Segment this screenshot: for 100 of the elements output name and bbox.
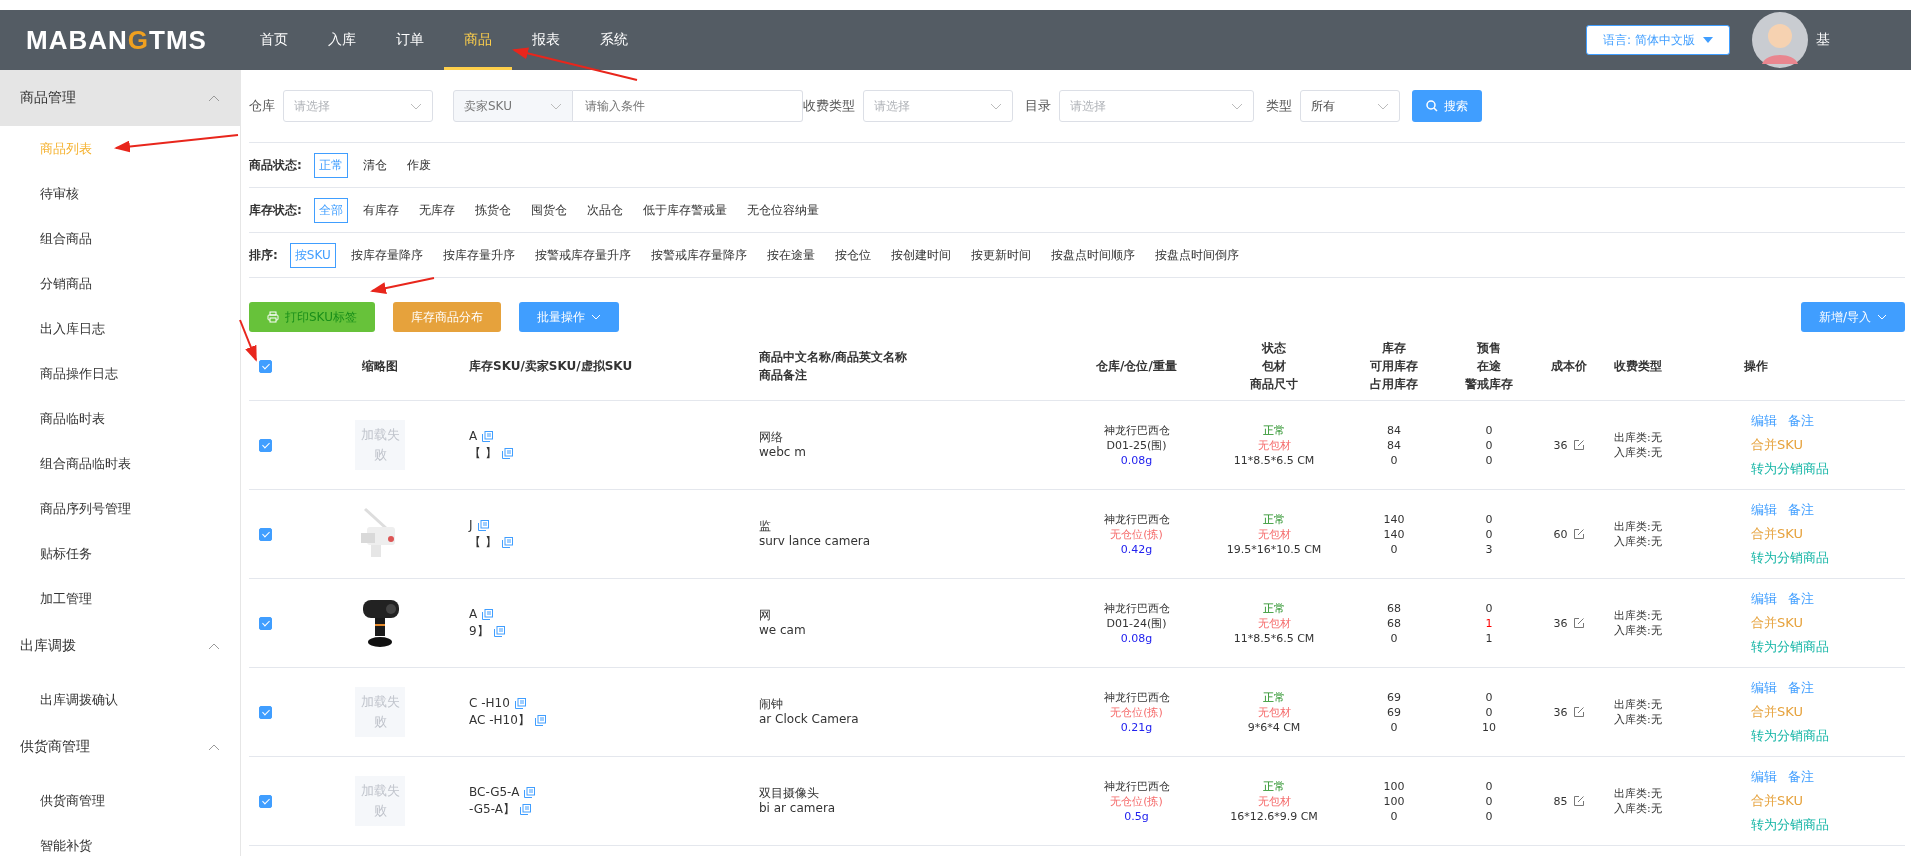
sku-text: A (469, 428, 478, 445)
weight-text: 0.5g (1124, 808, 1149, 824)
presale-number: 1 (1485, 615, 1493, 631)
stock-number: 84 (1387, 422, 1401, 438)
copy-icon[interactable] (493, 626, 505, 637)
chevron-icon (590, 314, 601, 320)
user-name[interactable]: 基 (1816, 31, 1911, 49)
size-text: 16*12.6*9.9 CM (1230, 808, 1318, 824)
filter-option[interactable]: 按警戒库存量升序 (529, 242, 636, 268)
row-checkbox[interactable] (259, 794, 272, 808)
nav-tab[interactable]: 订单 (376, 10, 444, 70)
filter-option[interactable]: 按库存量升序 (437, 242, 520, 268)
sidebar-item[interactable]: 组合商品 (0, 216, 240, 261)
filter-option[interactable]: 按创建时间 (885, 242, 956, 268)
condition-input[interactable]: 请输入条件 (573, 90, 803, 122)
sku-text: BC-G5-A (469, 784, 520, 801)
location-text: D01-24(围) (1106, 615, 1167, 631)
nav-tab[interactable]: 报表 (512, 10, 580, 70)
filter-option[interactable]: 按盘点时间顺序 (1045, 242, 1140, 268)
sidebar-item[interactable]: 供货商管理 (0, 778, 240, 823)
sidebar-item[interactable]: 出库调拨确认 (0, 677, 240, 722)
copy-icon[interactable] (501, 537, 513, 548)
sidebar-item[interactable]: 出入库日志 (0, 306, 240, 351)
type-select[interactable]: 所有 (1300, 90, 1400, 122)
presale-number: 1 (1485, 630, 1493, 646)
nav-tab[interactable]: 系统 (580, 10, 648, 70)
column-header: 缩略图 (362, 358, 398, 375)
copy-icon[interactable] (482, 609, 494, 620)
presale-number: 0 (1485, 793, 1493, 809)
weight-text: 0.08g (1120, 452, 1153, 468)
sku-text: 【 】 (469, 534, 497, 551)
copy-icon[interactable] (482, 431, 494, 442)
warehouse-name: 神龙行巴西仓 (1103, 422, 1170, 438)
edit-icon[interactable] (1572, 439, 1585, 451)
filter-option[interactable]: 按仓位 (829, 242, 876, 268)
sidebar-item[interactable]: 分销商品 (0, 261, 240, 306)
nav-tab[interactable]: 首页 (240, 10, 308, 70)
copy-icon[interactable] (534, 715, 546, 726)
fee-type-text: 出库类:无 (1614, 697, 1662, 712)
filter-option[interactable]: 囤货仓 (525, 197, 572, 223)
column-header: 预售 在途 警戒库存 (1465, 340, 1513, 393)
avatar[interactable] (1752, 12, 1808, 68)
filter-option[interactable]: 按在途量 (761, 242, 820, 268)
edit-icon[interactable] (1572, 528, 1585, 540)
sidebar-group[interactable]: 出库调拨 (0, 621, 240, 671)
select-all-checkbox[interactable] (259, 359, 272, 373)
sku-text: J (469, 517, 473, 534)
filter-option[interactable]: 无仓位容纳量 (741, 197, 824, 223)
sidebar-item[interactable]: 加工管理 (0, 576, 240, 621)
cost-price: 36 (1553, 437, 1568, 453)
filter-option[interactable]: 拣货仓 (469, 197, 516, 223)
edit-icon[interactable] (1572, 795, 1585, 807)
sidebar-item[interactable]: 待审核 (0, 171, 240, 216)
stock-number: 0 (1390, 541, 1398, 557)
chevron-icon (1877, 314, 1887, 320)
filter-option[interactable]: 次品仓 (581, 197, 628, 223)
sidebar-item[interactable]: 组合商品临时表 (0, 441, 240, 486)
nav-tab[interactable]: 入库 (308, 10, 376, 70)
filter-option[interactable]: 按盘点时间倒序 (1149, 242, 1244, 268)
filter-option[interactable]: 按警戒库存量降序 (645, 242, 752, 268)
sidebar-group[interactable]: 供货商管理 (0, 722, 240, 772)
copy-icon[interactable] (520, 804, 531, 815)
chevron-icon (410, 102, 422, 110)
row-checkbox[interactable] (259, 438, 272, 452)
presale-number: 0 (1485, 704, 1493, 720)
stock-number: 68 (1387, 600, 1401, 616)
filter-option[interactable]: 按更新时间 (965, 242, 1036, 268)
sku-type-select[interactable]: 卖家SKU (453, 90, 573, 122)
sidebar-item[interactable]: 智能补货 (0, 823, 240, 856)
sidebar-item[interactable]: 商品操作日志 (0, 351, 240, 396)
status-text: 正常 (1263, 422, 1285, 438)
filter-option[interactable]: 按库存量降序 (345, 242, 428, 268)
logo: MABANGTMS (25, 24, 208, 56)
fee-type-text: 入库类:无 (1614, 801, 1662, 816)
filter-option[interactable]: 作废 (401, 152, 436, 178)
copy-icon[interactable] (524, 787, 536, 798)
product-name: 闹钟 (759, 697, 783, 712)
group-label: 商品管理 (20, 89, 77, 107)
cost-price: 60 (1553, 526, 1568, 542)
edit-icon[interactable] (1572, 706, 1585, 718)
nav-tab[interactable]: 商品 (444, 10, 512, 70)
filter-option[interactable]: 无库存 (413, 197, 460, 223)
copy-icon[interactable] (477, 520, 489, 531)
annotation-arrow (370, 277, 435, 294)
sidebar-group[interactable]: 商品管理 (0, 70, 240, 126)
presale-number: 3 (1485, 541, 1493, 557)
row-checkbox[interactable] (259, 705, 272, 719)
row-checkbox[interactable] (259, 616, 272, 630)
sidebar-item[interactable]: 商品临时表 (0, 396, 240, 441)
fee-type-text: 出库类:无 (1614, 608, 1662, 623)
weight-text: 0.08g (1120, 630, 1153, 646)
filter-option[interactable]: 低于库存警戒量 (637, 197, 732, 223)
filter-option[interactable]: 有库存 (357, 197, 404, 223)
filter-option[interactable]: 清仓 (357, 152, 392, 178)
copy-icon[interactable] (501, 448, 513, 459)
row-checkbox[interactable] (259, 527, 272, 541)
sidebar-item[interactable]: 贴标任务 (0, 531, 240, 576)
edit-icon[interactable] (1572, 617, 1585, 629)
sidebar-item[interactable]: 商品序列号管理 (0, 486, 240, 531)
copy-icon[interactable] (514, 698, 526, 709)
